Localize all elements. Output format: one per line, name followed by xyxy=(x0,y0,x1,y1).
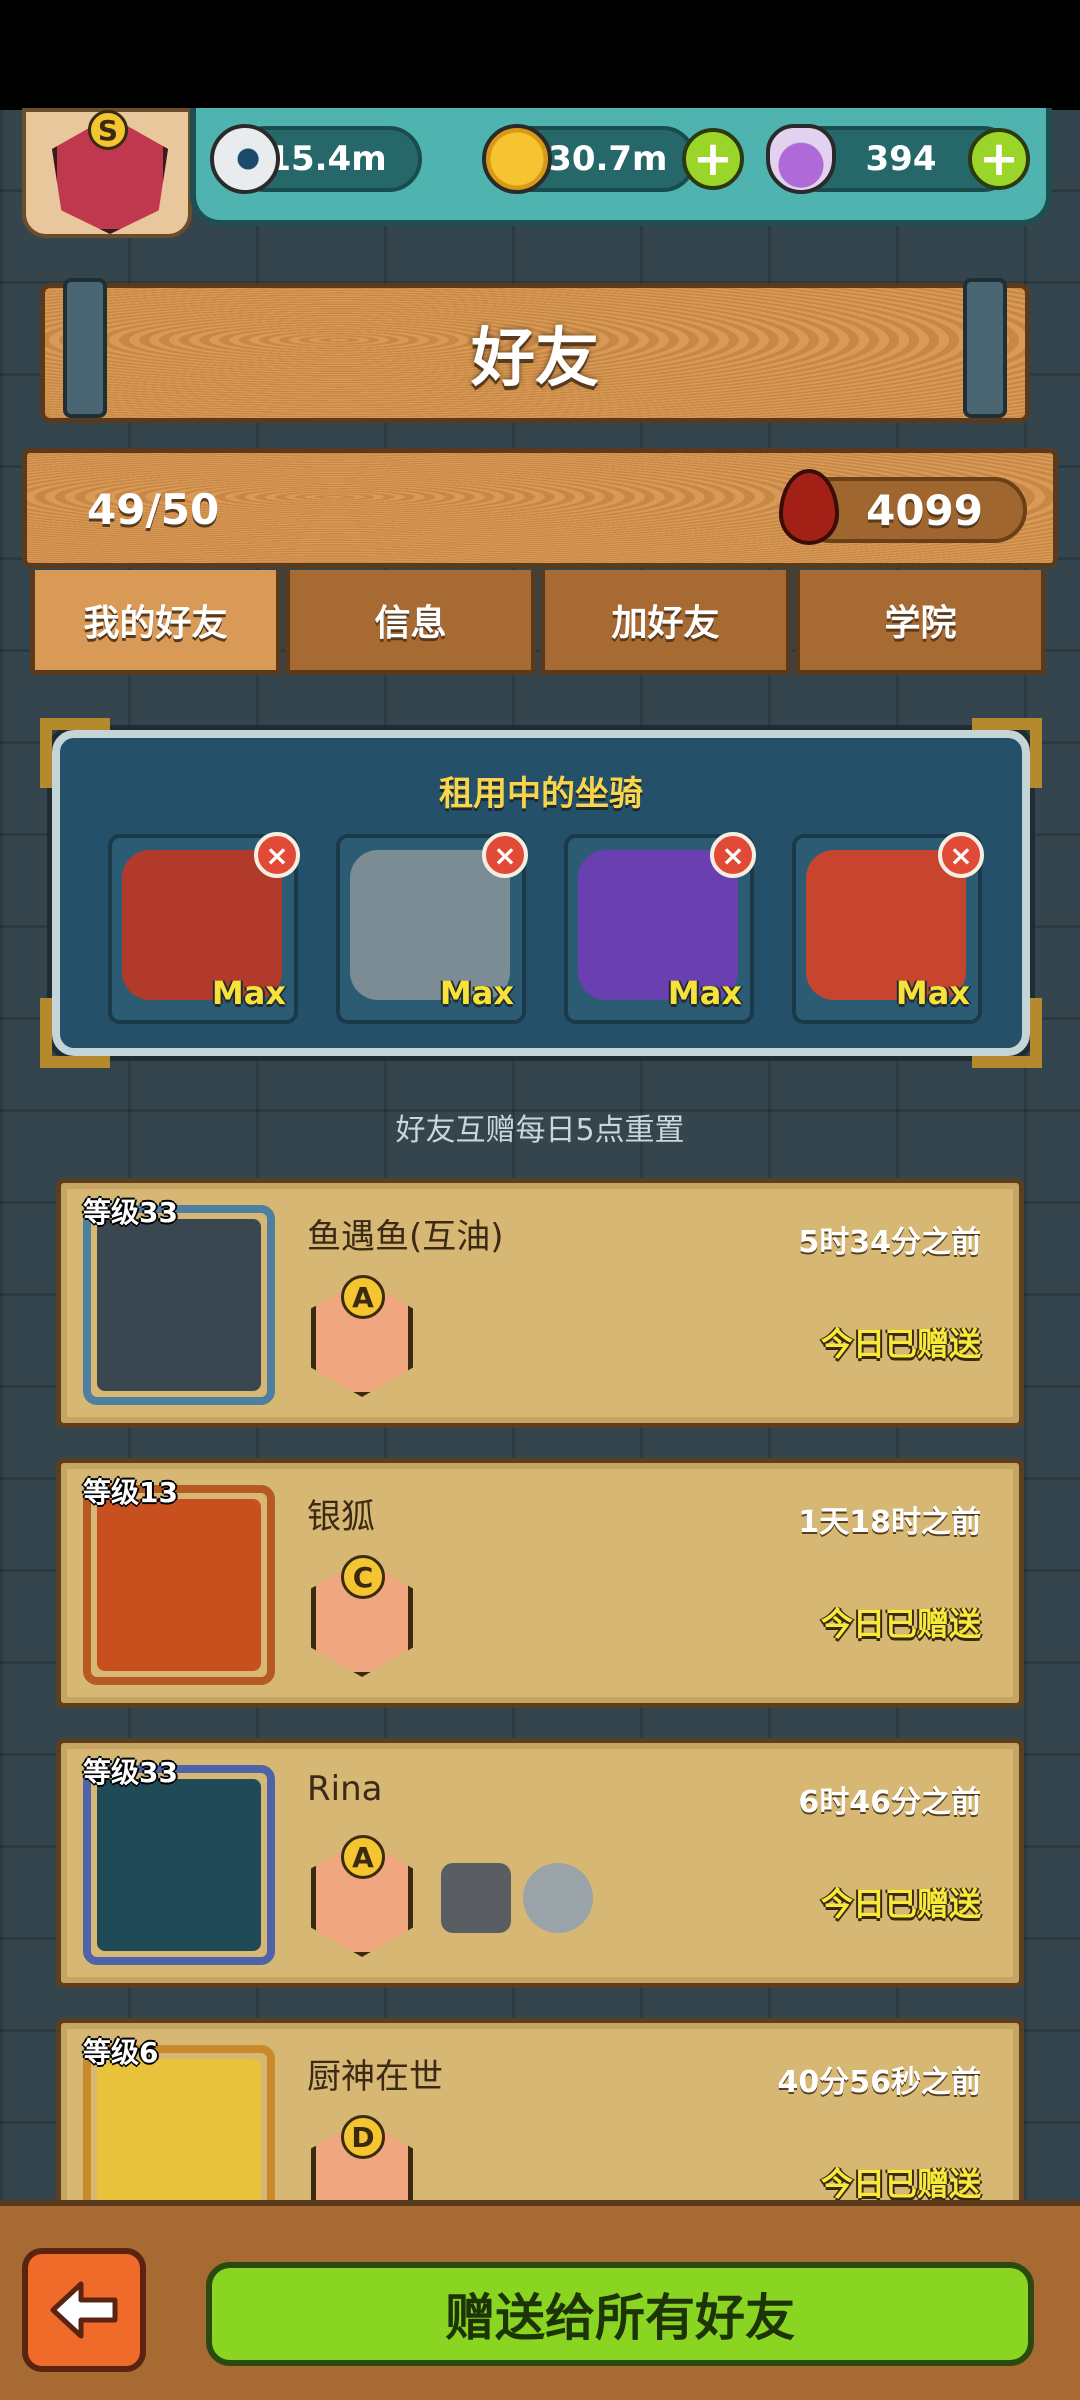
tab-academy[interactable]: 学院 xyxy=(795,570,1046,675)
mount-level: Max xyxy=(211,974,286,1012)
gray-monster-icon xyxy=(441,1863,511,1933)
avatar[interactable] xyxy=(83,1485,275,1685)
friend-level: 等级33 xyxy=(83,1756,178,1789)
back-button[interactable] xyxy=(22,2248,146,2372)
friend-level: 等级13 xyxy=(83,1476,178,1509)
remove-mount-button[interactable]: × xyxy=(482,832,528,878)
friend-last-seen: 40分56秒之前 xyxy=(777,2065,982,2100)
potion-icon xyxy=(766,124,836,194)
title-plank: 好友 xyxy=(40,278,1030,423)
tab-messages[interactable]: 信息 xyxy=(285,570,536,675)
daily-reset-note: 好友互赠每日5点重置 xyxy=(395,1113,685,1148)
rank-letter: A xyxy=(341,1275,385,1319)
robot-fish-icon xyxy=(523,1863,593,1933)
remove-mount-button[interactable]: × xyxy=(710,832,756,878)
mount-level: Max xyxy=(439,974,514,1012)
remove-mount-button[interactable]: × xyxy=(938,832,984,878)
eyeball-icon xyxy=(210,124,280,194)
page-title: 好友 xyxy=(471,322,599,396)
mount-slot-4[interactable]: Max × xyxy=(792,832,984,1024)
friend-last-seen: 6时46分之前 xyxy=(798,1785,981,1820)
friend-name: 鱼遇鱼(互油) xyxy=(307,1217,504,1257)
friend-card[interactable]: 等级33 Rina 6时46分之前 A 今日已赠送 xyxy=(56,1738,1024,1988)
rank-letter: S xyxy=(88,110,128,150)
system-status-bar xyxy=(0,0,1080,110)
avatar[interactable] xyxy=(83,1205,275,1405)
rank-letter: C xyxy=(341,1555,385,1599)
corner-ornament xyxy=(972,998,1042,1068)
friend-name: 银狐 xyxy=(307,1497,375,1537)
player-rank-badge[interactable]: S xyxy=(22,108,192,238)
tab-bar: 我的好友 信息 加好友 学院 xyxy=(30,570,1050,675)
avatar-image xyxy=(97,1219,261,1391)
gift-status: 今日已赠送 xyxy=(820,1325,981,1363)
friend-level: 等级6 xyxy=(83,2036,159,2069)
mount-level: Max xyxy=(895,974,970,1012)
gift-status: 今日已赠送 xyxy=(820,1885,981,1923)
friend-last-seen: 1天18时之前 xyxy=(798,1505,981,1540)
gift-status: 今日已赠送 xyxy=(820,2165,981,2203)
mount-slot-2[interactable]: Max × xyxy=(336,832,528,1024)
remove-mount-button[interactable]: × xyxy=(254,832,300,878)
friend-last-seen: 5时34分之前 xyxy=(798,1225,981,1260)
avatar-image xyxy=(97,1499,261,1671)
coin-icon xyxy=(482,124,552,194)
rented-mounts-panel: 租用中的坐骑 Max × Max × Max × Max × xyxy=(40,718,1042,1068)
send-to-all-friends-button[interactable]: 赠送给所有好友 xyxy=(206,2262,1034,2366)
add-potion-button[interactable]: + xyxy=(968,128,1030,190)
mount-level: Max xyxy=(667,974,742,1012)
friend-count-plank: 49/50 4099 xyxy=(22,448,1058,568)
gift-status: 今日已赠送 xyxy=(820,1605,981,1643)
add-coins-button[interactable]: + xyxy=(682,128,744,190)
mount-slot-1[interactable]: Max × xyxy=(108,832,300,1024)
friend-count: 49/50 xyxy=(87,485,220,534)
friend-name: 厨神在世 xyxy=(307,2057,443,2097)
friend-level: 等级33 xyxy=(83,1196,178,1229)
tab-my-friends[interactable]: 我的好友 xyxy=(30,570,281,675)
avatar-image xyxy=(97,1779,261,1951)
mount-slot-3[interactable]: Max × xyxy=(564,832,756,1024)
avatar[interactable] xyxy=(83,1765,275,1965)
rank-letter: D xyxy=(341,2115,385,2159)
corner-ornament xyxy=(40,998,110,1068)
tab-add-friend[interactable]: 加好友 xyxy=(540,570,791,675)
rank-letter: A xyxy=(341,1835,385,1879)
friend-card[interactable]: 等级13 银狐 1天18时之前 C 今日已赠送 xyxy=(56,1458,1024,1708)
resource-bar: 15.4m 130.7m + 394 + xyxy=(190,108,1052,226)
friend-card[interactable]: 等级33 鱼遇鱼(互油) 5时34分之前 A 今日已赠送 xyxy=(56,1178,1024,1428)
mounts-title: 租用中的坐骑 xyxy=(439,774,643,814)
friend-name: Rina xyxy=(307,1769,383,1809)
back-arrow-icon xyxy=(50,2281,118,2339)
